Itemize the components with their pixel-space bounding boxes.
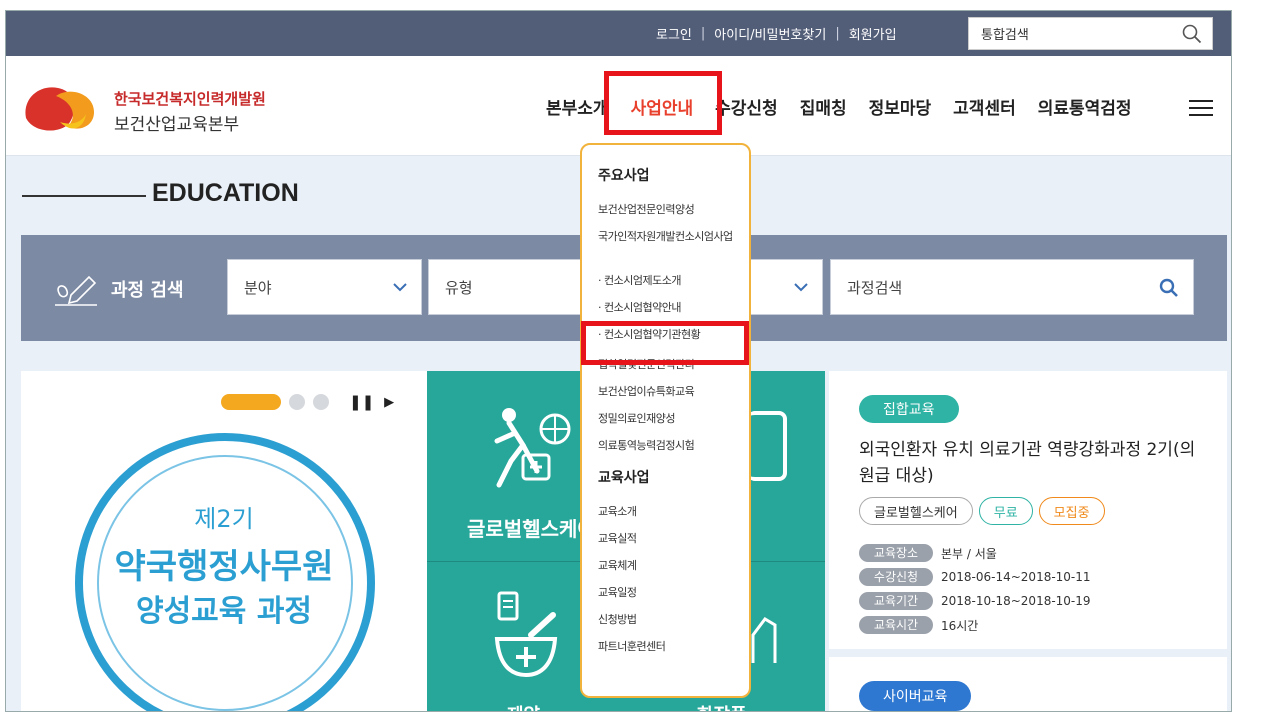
course-title[interactable]: 외국인환자 유치 의료기관 역량강화과정 2기(의원급 대상) <box>859 437 1199 489</box>
slide-line3: 양성교육 과정 <box>135 594 313 629</box>
course-status-chip: 모집중 <box>1038 497 1105 525</box>
course-keyword-placeholder: 과정검색 <box>847 278 903 297</box>
business-dropdown-menu: 주요사업 보건산업전문인력양성 국가인적자원개발컨소시엄사업 · 컨소시엄제도소… <box>580 143 751 698</box>
menu-item-edu-results[interactable]: 교육실적 <box>598 526 739 553</box>
pen-write-icon <box>55 275 97 306</box>
separator: | <box>835 26 840 41</box>
login-link[interactable]: 로그인 <box>656 24 692 43</box>
info-key: 교육기간 <box>859 592 933 610</box>
info-row-period: 교육기간 2018-10-18~2018-10-19 <box>859 589 1091 613</box>
signup-link[interactable]: 회원가입 <box>849 24 897 43</box>
info-value: 본부 / 서울 <box>941 546 997 561</box>
category-cosmetics[interactable]: 화장품 <box>697 701 747 711</box>
menu-item-apply-method[interactable]: 신청방법 <box>598 607 739 634</box>
section-title: EDUCATION <box>152 179 299 207</box>
slide-indicator[interactable] <box>313 394 329 410</box>
course-card-2[interactable]: 사이버교육 <box>829 657 1227 711</box>
chevron-down-icon <box>393 283 407 292</box>
menu-item-edu-intro[interactable]: 교육소개 <box>598 499 739 526</box>
info-key: 교육장소 <box>859 544 933 562</box>
field-select[interactable]: 분야 <box>227 259 422 315</box>
org-subname[interactable]: 보건산업교육본부 <box>114 110 239 135</box>
course-search-text: 과정 검색 <box>111 280 184 301</box>
search-icon[interactable] <box>1159 278 1179 298</box>
category-pharma[interactable]: 제약 <box>507 701 540 711</box>
slide-line1: 제2기 <box>194 505 254 533</box>
info-row-location: 교육장소 본부 / 서울 <box>859 541 1091 565</box>
find-id-password-link[interactable]: 아이디/비밀번호찾기 <box>714 24 826 43</box>
dropdown-section-main: 주요사업 <box>598 168 650 184</box>
nav-item-enrollment[interactable]: 수강신청 <box>715 94 778 119</box>
course-chips: 글로벌헬스케어 무료 모집중 <box>859 497 1111 525</box>
section-rule <box>22 195 146 197</box>
play-icon[interactable]: ▶ <box>384 395 394 410</box>
info-value: 2018-10-18~2018-10-19 <box>941 594 1091 608</box>
menu-item-consortium-agreement[interactable]: · 컨소시엄협약안내 <box>598 295 739 322</box>
menu-item-issue-training[interactable]: 보건산업이슈특화교육 <box>598 379 739 406</box>
chevron-down-icon <box>794 283 808 292</box>
nav-item-support[interactable]: 고객센터 <box>953 94 1016 119</box>
info-key: 수강신청 <box>859 568 933 586</box>
nav-item-info[interactable]: 정보마당 <box>869 94 932 119</box>
search-icon[interactable] <box>1182 24 1202 44</box>
category-icon-fragment <box>747 411 787 481</box>
utility-links: 로그인 | 아이디/비밀번호찾기 | 회원가입 <box>656 11 897 56</box>
global-search-input[interactable]: 통합검색 <box>968 17 1213 50</box>
menu-item-edu-system[interactable]: 교육체계 <box>598 553 739 580</box>
nav-item-job-matching[interactable]: 집매칭 <box>800 94 847 119</box>
menu-item-precision-medicine[interactable]: 정밀의료인재양성 <box>598 406 739 433</box>
category-global-healthcare[interactable]: 글로벌헬스케어 <box>467 513 596 542</box>
menu-item-consortium[interactable]: 국가인적자원개발컨소시엄사업 <box>598 224 739 268</box>
browser-viewport: 로그인 | 아이디/비밀번호찾기 | 회원가입 통합검색 한국보건복지인력개발원… <box>5 10 1232 712</box>
slide-indicator-active[interactable] <box>221 394 281 410</box>
dropdown-section-education: 교육사업 <box>598 470 650 486</box>
course-field-chip: 글로벌헬스케어 <box>859 497 973 525</box>
menu-item-edu-schedule[interactable]: 교육일정 <box>598 580 739 607</box>
org-name[interactable]: 한국보건복지인력개발원 <box>114 88 266 109</box>
menu-item-partner-center[interactable]: 파트너훈련센터 <box>598 634 739 661</box>
info-value: 16시간 <box>941 618 979 633</box>
nav-item-interpretation-test[interactable]: 의료통역검정 <box>1038 94 1132 119</box>
hamburger-menu-icon[interactable] <box>1189 100 1213 116</box>
cosmetics-icon[interactable] <box>745 615 785 665</box>
course-search-label: 과정 검색 <box>51 271 184 307</box>
info-key: 교육시간 <box>859 616 933 634</box>
course-type-badge: 집합교육 <box>859 395 959 423</box>
menu-item-consortium-intro[interactable]: · 컨소시엄제도소개 <box>598 268 739 295</box>
global-healthcare-icon[interactable] <box>489 401 579 491</box>
info-row-enrollment: 수강신청 2018-06-14~2018-10-11 <box>859 565 1091 589</box>
course-info: 교육장소 본부 / 서울 수강신청 2018-06-14~2018-10-11 … <box>859 541 1091 637</box>
logo-icon[interactable] <box>20 78 100 136</box>
info-row-hours: 교육시간 16시간 <box>859 613 1091 637</box>
pharmacy-mortar-icon[interactable] <box>491 589 561 689</box>
separator: | <box>700 26 706 41</box>
type-select-value: 유형 <box>445 278 473 297</box>
course-type-badge: 사이버교육 <box>859 681 972 711</box>
highlight-box-submenu <box>581 321 749 365</box>
slider-controls: ❚❚ ▶ <box>221 393 394 411</box>
slide-indicator[interactable] <box>289 394 305 410</box>
info-value: 2018-06-14~2018-10-11 <box>941 570 1091 584</box>
course-keyword-input[interactable]: 과정검색 <box>830 259 1194 315</box>
course-fee-chip: 무료 <box>978 497 1033 525</box>
nav-item-about[interactable]: 본부소개 <box>546 94 609 119</box>
menu-item-interpretation-exam[interactable]: 의료통역능력검정시험 <box>598 433 739 467</box>
course-card[interactable]: 집합교육 외국인환자 유치 의료기관 역량강화과정 2기(의원급 대상) 글로벌… <box>829 371 1227 649</box>
featured-slider[interactable]: ❚❚ ▶ 제2기 약국행정사무원 양성교육 과정 <box>21 371 427 711</box>
highlight-box-menu <box>604 71 722 135</box>
menu-item-professional-training[interactable]: 보건산업전문인력양성 <box>598 197 739 224</box>
top-utility-bar: 로그인 | 아이디/비밀번호찾기 | 회원가입 통합검색 <box>6 11 1231 56</box>
pause-icon[interactable]: ❚❚ <box>349 393 374 411</box>
global-search-placeholder: 통합검색 <box>981 28 1029 43</box>
slide-line2: 약국행정사무원 <box>114 547 334 587</box>
field-select-value: 분야 <box>244 278 272 297</box>
